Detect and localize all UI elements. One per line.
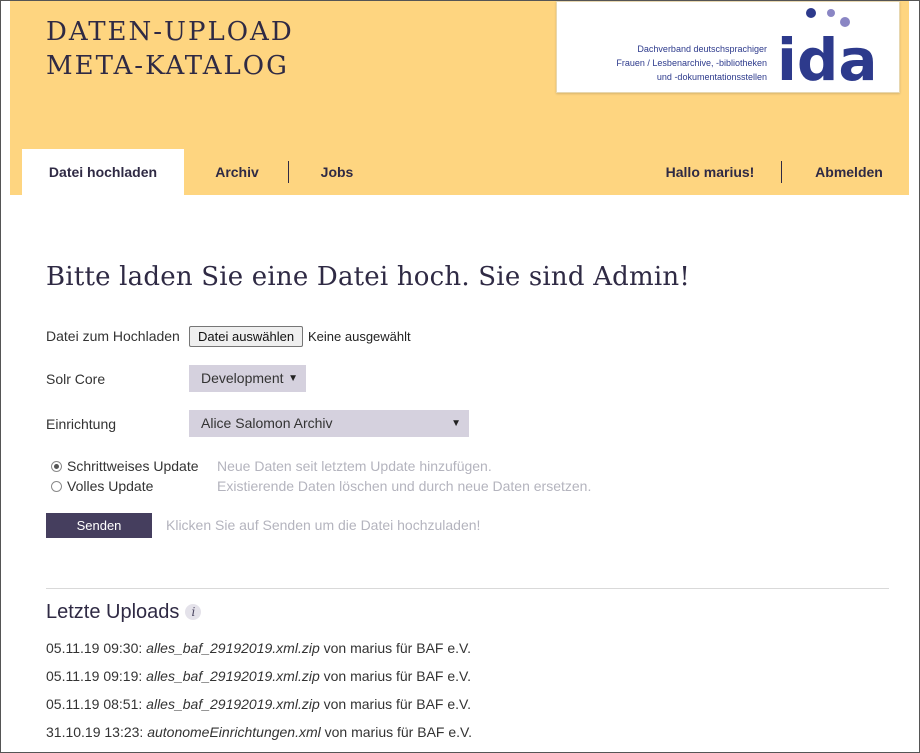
nav-separator (288, 161, 289, 183)
list-item: 31.10.19 13:23: autonomeEinrichtungen.xm… (46, 724, 472, 740)
logo-tagline-line1: Dachverband deutschsprachiger (637, 44, 767, 54)
send-button[interactable]: Senden (46, 513, 152, 538)
logo-tagline: Dachverband deutschsprachiger Frauen / L… (587, 42, 767, 84)
site-title-line2: META-KATALOG (46, 51, 289, 81)
logo-tagline-line3: und -dokumentationsstellen (656, 72, 767, 82)
info-icon[interactable]: i (185, 604, 202, 620)
site-title-line1: DATEN-UPLOAD (46, 17, 294, 47)
upload-file: alles_baf_29192019.xml.zip (146, 696, 320, 712)
solr-core-value: Development (201, 370, 284, 386)
list-item: 05.11.19 08:51: alles_baf_29192019.xml.z… (46, 696, 471, 712)
logo-dot-2 (827, 9, 835, 17)
nav-separator (781, 161, 782, 183)
upload-time: 05.11.19 08:51: (46, 696, 143, 712)
einrichtung-label: Einrichtung (46, 416, 117, 432)
radio-schrittweises-update[interactable]: Schrittweises Update (51, 458, 199, 474)
page-title: Bitte laden Sie eine Datei hoch. Sie sin… (46, 262, 690, 292)
radio-label: Volles Update (67, 478, 154, 494)
tab-archiv[interactable]: Archiv (202, 149, 272, 195)
tab-jobs[interactable]: Jobs (305, 149, 369, 195)
einrichtung-value: Alice Salomon Archiv (201, 415, 333, 431)
upload-file: alles_baf_29192019.xml.zip (146, 668, 320, 684)
file-label: Datei zum Hochladen (46, 328, 180, 344)
radio-hint: Existierende Daten löschen und durch neu… (217, 478, 592, 494)
upload-time: 31.10.19 13:23: (46, 724, 144, 740)
solr-core-label: Solr Core (46, 371, 106, 387)
divider (46, 588, 889, 589)
caret-down-icon: ▼ (288, 373, 298, 384)
upload-file: alles_baf_29192019.xml.zip (146, 640, 320, 656)
tab-datei-hochladen[interactable]: Datei hochladen (22, 149, 184, 195)
radio-button[interactable] (51, 481, 62, 492)
recent-uploads-title: Letzte Uploads (46, 601, 180, 623)
recent-uploads-heading: Letzte Uploads i (46, 601, 202, 624)
logo-dot-1 (806, 8, 816, 18)
site-title[interactable]: DATEN-UPLOAD META-KATALOG (46, 15, 294, 83)
upload-time: 05.11.19 09:30: (46, 640, 143, 656)
logo-tagline-line2: Frauen / Lesbenarchive, -bibliotheken (616, 58, 767, 68)
nav-greeting[interactable]: Hallo marius! (660, 149, 760, 195)
logo-wordmark: ida (777, 26, 878, 92)
file-status: Keine ausgewählt (308, 329, 411, 344)
caret-down-icon: ▼ (451, 418, 461, 429)
upload-time: 05.11.19 09:19: (46, 668, 143, 684)
upload-info: von marius für BAF e.V. (323, 668, 471, 684)
ida-logo-mark: ida (777, 8, 878, 92)
radio-label: Schrittweises Update (67, 458, 199, 474)
ida-logo[interactable]: Dachverband deutschsprachiger Frauen / L… (556, 1, 900, 93)
upload-info: von marius für BAF e.V. (323, 696, 471, 712)
logout-link[interactable]: Abmelden (808, 149, 890, 195)
upload-info: von marius für BAF e.V. (324, 724, 472, 740)
list-item: 05.11.19 09:19: alles_baf_29192019.xml.z… (46, 668, 471, 684)
radio-button-checked[interactable] (51, 461, 62, 472)
radio-volles-update[interactable]: Volles Update (51, 478, 153, 494)
solr-core-select[interactable]: Development ▼ (189, 365, 306, 392)
upload-info: von marius für BAF e.V. (323, 640, 471, 656)
send-hint: Klicken Sie auf Senden um die Datei hoch… (166, 517, 481, 533)
list-item: 05.11.19 09:30: alles_baf_29192019.xml.z… (46, 640, 471, 656)
upload-file: autonomeEinrichtungen.xml (147, 724, 321, 740)
einrichtung-select[interactable]: Alice Salomon Archiv ▼ (189, 410, 469, 437)
choose-file-button[interactable]: Datei auswählen (189, 326, 304, 347)
radio-hint: Neue Daten seit letztem Update hinzufüge… (217, 458, 492, 474)
